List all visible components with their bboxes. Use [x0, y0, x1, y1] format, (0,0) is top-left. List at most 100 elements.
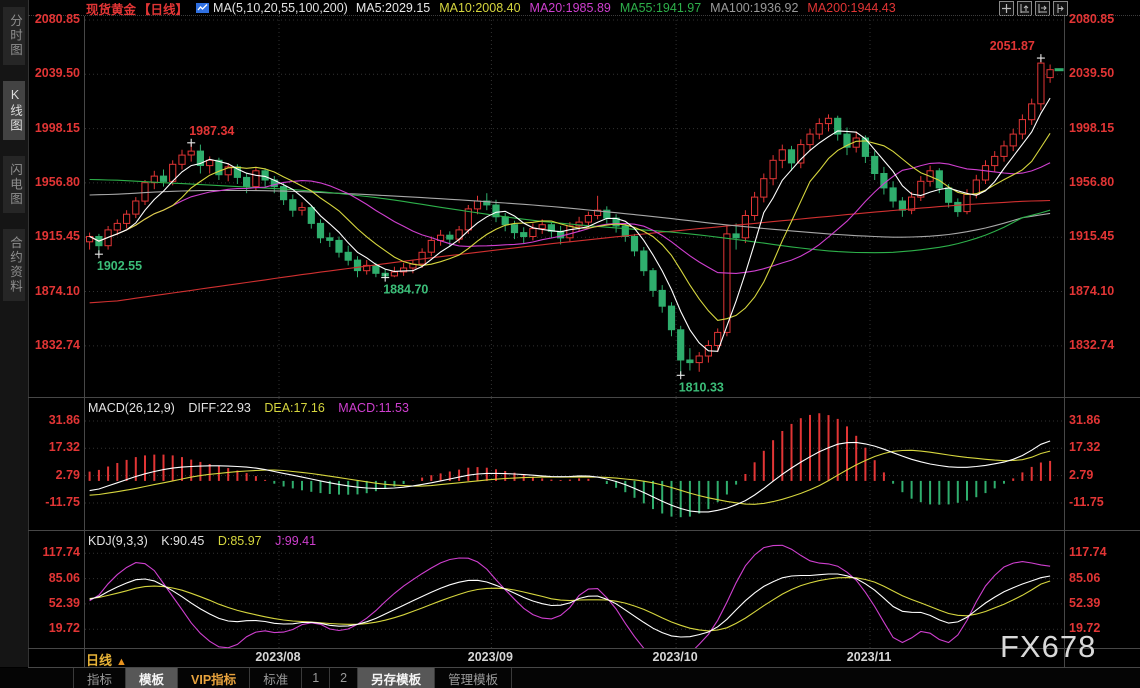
candle: [179, 150, 185, 170]
candle: [881, 167, 887, 195]
candle: [687, 348, 693, 370]
panel-divider: [28, 530, 1140, 531]
price-annotation: 1810.33: [679, 380, 724, 394]
candle: [197, 145, 203, 174]
candle: [595, 196, 601, 220]
sidebar-item-contract-info[interactable]: 合约资料: [3, 229, 25, 301]
ma55-value: MA55:1941.97: [620, 1, 701, 15]
date-label: 2023/11: [847, 650, 892, 664]
axis-tick-label: 1832.74: [28, 338, 80, 353]
axis-tick-label: 31.86: [1069, 413, 1135, 428]
chart-type-icon: [196, 2, 209, 14]
candle: [992, 151, 998, 172]
candle: [604, 206, 610, 223]
axis-tick-label: 117.74: [1069, 545, 1135, 560]
candle: [770, 155, 776, 185]
sidebar-item-timeshare-chart[interactable]: 分时图: [3, 7, 25, 65]
tab-slot-2[interactable]: 2: [330, 668, 358, 688]
axis-tick-label: 31.86: [28, 413, 80, 428]
tab-standard[interactable]: 标准: [250, 668, 302, 688]
candle: [816, 118, 822, 139]
candle: [87, 233, 93, 250]
expand-axis-icon[interactable]: [1053, 1, 1068, 16]
candle: [1029, 99, 1035, 125]
candle: [890, 181, 896, 207]
candle: [474, 196, 480, 214]
ma20-line: [90, 163, 1051, 274]
candle: [299, 202, 305, 215]
candle: [530, 223, 536, 240]
trading-app: 分时图 K线图 闪电图 合约资料 现货黄金 【日线】 MA(5,10,20,55…: [0, 0, 1140, 688]
chevron-up-icon: ▲: [116, 656, 127, 668]
axis-tick-label: 1998.15: [28, 121, 80, 136]
price-annotation: 1902.55: [97, 259, 142, 273]
candle: [133, 197, 139, 218]
sidebar-item-kline-chart[interactable]: K线图: [3, 81, 25, 140]
candle: [678, 326, 684, 376]
candle: [899, 197, 905, 217]
tab-templates[interactable]: 模板: [126, 668, 178, 688]
tab-save-template[interactable]: 另存模板: [358, 668, 435, 688]
x-axis-scale-icon[interactable]: [1035, 1, 1050, 16]
k-line: [90, 574, 1051, 637]
last-price-marker: [1055, 68, 1064, 71]
ma200-value: MA200:1944.43: [807, 1, 895, 15]
axis-tick-label: 2039.50: [28, 66, 80, 81]
macd-macd-value: MACD:11.53: [338, 401, 409, 415]
axis-tick-label: -11.75: [28, 495, 80, 510]
candle: [317, 219, 323, 243]
candle: [1038, 58, 1044, 110]
axis-tick-label: 2.79: [1069, 468, 1135, 483]
date-label: 2023/09: [468, 650, 513, 664]
kdj-name-label: KDJ(9,3,3): [88, 534, 148, 548]
tab-vip-indicators[interactable]: VIP指标: [178, 668, 250, 688]
candle: [659, 285, 665, 313]
candle: [696, 352, 702, 372]
axis-tick-label: 52.39: [1069, 596, 1135, 611]
axis-tick-label: 1915.45: [28, 229, 80, 244]
pan-tool-icon[interactable]: [999, 1, 1014, 16]
period-selector[interactable]: 日线 ▲: [86, 650, 127, 669]
candle: [336, 237, 342, 258]
candle: [1001, 141, 1007, 162]
period-selector-label: 日线: [86, 653, 112, 668]
candle: [918, 176, 924, 201]
chart-region[interactable]: 1902.551987.341884.701810.332051.87: [84, 16, 1065, 667]
kdj-indicator-canvas[interactable]: [85, 531, 1064, 648]
sidebar-item-lightning-chart[interactable]: 闪电图: [3, 156, 25, 214]
candle: [650, 268, 656, 297]
axis-tick-label: 19.72: [28, 621, 80, 636]
candle: [1010, 129, 1016, 151]
chart-header: 现货黄金 【日线】 MA(5,10,20,55,100,200) MA5:202…: [29, 0, 1140, 16]
tab-slot-1[interactable]: 1: [302, 668, 330, 688]
extreme-marker-icon: [187, 139, 195, 147]
extreme-marker-icon: [95, 250, 103, 258]
candle: [641, 247, 647, 276]
watermark-logo: FX678: [1000, 629, 1096, 665]
axis-tick-label: 17.32: [28, 440, 80, 455]
axis-tick-label: -11.75: [1069, 495, 1135, 510]
candle: [567, 222, 573, 242]
kdj-j-value: J:99.41: [275, 534, 316, 548]
chart-toolbar: [999, 1, 1068, 16]
candle: [779, 145, 785, 169]
macd-indicator-canvas[interactable]: [85, 398, 1064, 529]
axis-tick-label: 17.32: [1069, 440, 1135, 455]
candle: [160, 170, 166, 187]
ma20-value: MA20:1985.89: [530, 1, 611, 15]
axis-tick-label: 1956.80: [28, 175, 80, 190]
candle: [909, 192, 915, 214]
main-price-chart-canvas[interactable]: 1902.551987.341884.701810.332051.87: [85, 16, 1064, 397]
tab-indicators[interactable]: 指标: [73, 668, 126, 688]
macd-name-label: MACD(26,12,9): [88, 401, 175, 415]
axis-tick-label: 2039.50: [1069, 66, 1135, 81]
candle: [438, 230, 444, 246]
candle: [410, 260, 416, 273]
candle: [401, 263, 407, 276]
candle: [807, 129, 813, 151]
candle: [982, 160, 988, 184]
candle: [798, 139, 804, 168]
y-axis-scale-icon[interactable]: [1017, 1, 1032, 16]
tab-manage-templates[interactable]: 管理模板: [435, 668, 512, 688]
axis-tick-label: 1998.15: [1069, 121, 1135, 136]
